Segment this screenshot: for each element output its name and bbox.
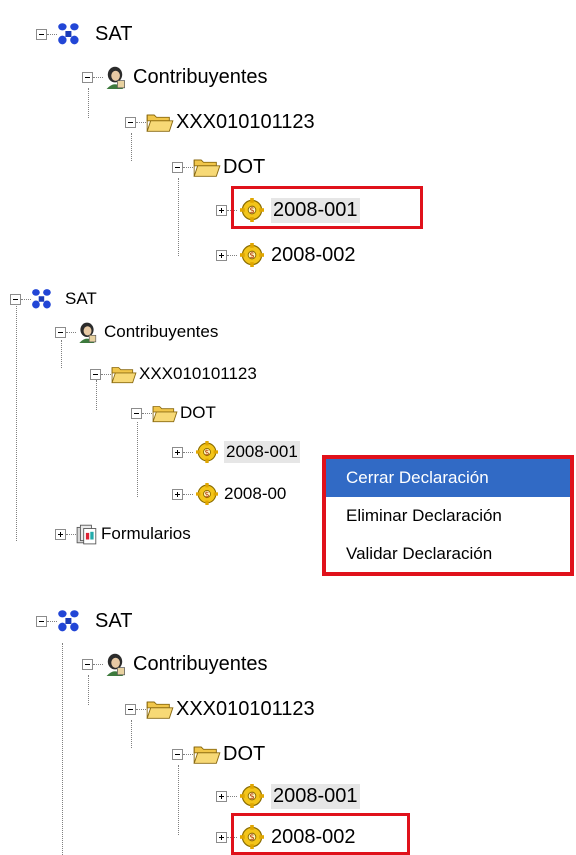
collapse-toggle-icon[interactable] [90,368,101,380]
annotation-highlight-box [231,186,423,229]
tree-node-label: DOT [223,742,266,765]
expand-toggle-icon[interactable] [172,488,183,500]
sat-logo-icon [57,22,81,46]
tree-node-rfc[interactable]: XXX010101123 [125,697,315,721]
collapse-toggle-icon[interactable] [82,71,93,83]
collapse-toggle-icon[interactable] [125,116,136,128]
tree-connector [62,643,63,855]
tree-panel-2: SAT Contribuyentes XXX010101123 DOT 2008… [0,280,576,580]
tree-node-label: Contribuyentes [104,322,219,341]
tree-node-contribuyentes[interactable]: Contribuyentes [82,65,268,89]
tree-node-label: Contribuyentes [133,65,268,88]
open-folder-icon [111,364,137,384]
collapse-toggle-icon[interactable] [172,161,183,173]
expand-toggle-icon[interactable] [216,249,227,261]
expand-toggle-icon[interactable] [55,528,66,540]
expand-toggle-icon[interactable] [172,446,183,458]
tree-connector [88,675,89,705]
tree-node-decl-1[interactable]: 2008-001 [172,441,300,463]
collapse-toggle-icon[interactable] [36,615,47,627]
tree-connector [137,422,138,497]
tree-node-decl-1[interactable]: 2008-001 [216,783,360,809]
tree-panel-1: SAT Contribuyentes XXX010101123 DOT 2008… [0,0,576,280]
gear-icon [237,243,267,267]
tree-node-label: SAT [95,609,133,632]
open-folder-icon [193,156,221,178]
collapse-toggle-icon[interactable] [172,748,183,760]
tree-node-dot[interactable]: DOT [172,155,265,179]
tree-connector [88,88,89,118]
tree-connector [178,178,179,256]
collapse-toggle-icon[interactable] [82,658,93,670]
user-icon [103,65,127,89]
expand-toggle-icon[interactable] [216,204,227,216]
tree-node-rfc[interactable]: XXX010101123 [90,363,257,385]
collapse-toggle-icon[interactable] [55,326,66,338]
tree-node-dot[interactable]: DOT [131,402,216,424]
context-menu: Cerrar Declaración Eliminar Declaración … [322,455,574,576]
tree-node-label: Contribuyentes [133,652,268,675]
collapse-toggle-icon[interactable] [10,293,21,305]
tree-node-decl-2[interactable]: 2008-002 [216,243,356,267]
tree-node-sat[interactable]: SAT [10,288,97,310]
annotation-highlight-box [231,813,410,855]
tree-node-label: 2008-00 [224,484,287,503]
tree-node-sat[interactable]: SAT [36,22,132,46]
tree-connector [61,340,62,368]
gear-icon [193,441,221,463]
expand-toggle-icon[interactable] [216,831,227,843]
open-folder-icon [146,111,174,133]
tree-node-sat[interactable]: SAT [36,609,132,633]
tree-node-label: XXX010101123 [176,697,315,720]
tree-node-label: XXX010101123 [176,110,315,133]
user-icon [103,652,127,676]
tree-node-contribuyentes[interactable]: Contribuyentes [55,321,218,343]
sat-logo-icon [57,609,81,633]
tree-node-label: XXX010101123 [139,364,257,383]
tree-panel-3: SAT Contribuyentes XXX010101123 DOT 2008… [0,585,576,855]
tree-node-label: 2008-001 [224,441,300,463]
open-folder-icon [146,698,174,720]
open-folder-icon [193,743,221,765]
tree-node-contribuyentes[interactable]: Contribuyentes [82,652,268,676]
user-icon [76,321,98,343]
tree-connector [178,765,179,835]
menu-item-eliminar-declaracion[interactable]: Eliminar Declaración [326,497,570,535]
tree-connector [16,298,17,541]
tree-node-label: SAT [65,289,97,308]
collapse-toggle-icon[interactable] [36,28,47,40]
tree-connector [131,133,132,161]
tree-node-decl-2[interactable]: 2008-00 [172,483,286,505]
open-folder-icon [152,403,178,423]
tree-node-label: 2008-002 [271,243,356,266]
tree-node-dot[interactable]: DOT [172,742,265,766]
tree-node-rfc[interactable]: XXX010101123 [125,110,315,134]
menu-item-cerrar-declaracion[interactable]: Cerrar Declaración [326,459,570,497]
sat-logo-icon [31,288,53,310]
menu-item-validar-declaracion[interactable]: Validar Declaración [326,535,570,573]
collapse-toggle-icon[interactable] [125,703,136,715]
tree-node-label: DOT [180,403,216,422]
form-icon [76,523,98,545]
tree-node-label: SAT [95,22,133,45]
gear-icon [237,784,267,808]
gear-icon [193,483,221,505]
tree-node-label: 2008-001 [271,783,360,809]
expand-toggle-icon[interactable] [216,790,227,802]
collapse-toggle-icon[interactable] [131,407,142,419]
tree-node-label: Formularios [101,524,191,543]
tree-connector [131,720,132,748]
tree-node-label: DOT [223,155,266,178]
tree-node-formularios[interactable]: Formularios [55,523,191,545]
